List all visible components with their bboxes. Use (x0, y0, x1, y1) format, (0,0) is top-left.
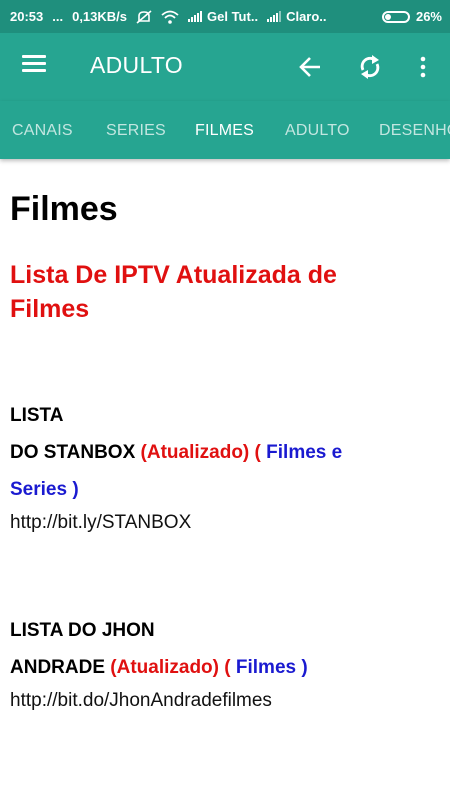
paren-open: ( (254, 442, 261, 463)
signal-icon-1: Gel Tut.. (188, 9, 258, 24)
arrow-left-icon[interactable] (296, 52, 326, 82)
paren-open: ( (224, 657, 231, 678)
tab-canais[interactable]: CANAIS (12, 122, 73, 140)
status-dots: ... (52, 9, 64, 24)
content-heading: Filmes (10, 190, 118, 228)
category-label: Filmes ) (235, 657, 308, 678)
carrier-2-label: Claro.. (286, 9, 327, 24)
menu-icon[interactable] (22, 55, 48, 75)
tab-series[interactable]: SERIES (106, 122, 166, 140)
tab-desenhos[interactable]: DESENHOS (379, 122, 450, 140)
list-entry-stanbox: LISTA DO STANBOX (Atualizado) ( Filmes e… (10, 397, 430, 538)
status-speed: 0,13KB/s (72, 9, 128, 24)
battery-level: 26% (415, 9, 442, 24)
category-label-cont: Series ) (10, 479, 79, 500)
entry-title-line1: LISTA DO JHON (10, 620, 155, 641)
category-label: Filmes e (266, 442, 343, 463)
entry-name: ANDRADE (10, 657, 105, 678)
content-subtitle: Lista De IPTV Atualizada de Filmes (10, 261, 337, 323)
muted-alarm-icon (136, 9, 152, 24)
tab-filmes[interactable]: FILMES (195, 122, 254, 140)
app-bar: ADULTO (0, 33, 450, 101)
signal-icon-2: Claro.. (267, 9, 327, 24)
entry-name: DO STANBOX (10, 442, 136, 463)
list-entry-jhon-andrade: LISTA DO JHON ANDRADE (Atualizado) ( Fil… (10, 612, 430, 716)
entry-url-link[interactable]: http://bit.ly/STANBOX (10, 508, 430, 538)
wifi-icon (161, 10, 179, 24)
updated-tag: (Atualizado) (140, 442, 250, 463)
entry-title-line2: ANDRADE (Atualizado) ( Filmes ) (10, 649, 430, 686)
refresh-icon[interactable] (355, 52, 385, 82)
status-bar: 20:53 ... 0,13KB/s Gel Tut.. Claro.. 26% (0, 0, 450, 33)
status-time: 20:53 (10, 9, 44, 24)
entry-url-link[interactable]: http://bit.do/JhonAndradefilmes (10, 686, 430, 716)
tab-adulto[interactable]: ADULTO (285, 122, 350, 140)
carrier-1-label: Gel Tut.. (207, 9, 259, 24)
entry-title-line1: LISTA (10, 405, 64, 426)
more-vert-icon[interactable] (408, 52, 438, 82)
page-title: ADULTO (90, 52, 183, 78)
tab-bar: CANAIS SERIES FILMES ADULTO DESENHOS (0, 101, 450, 159)
entry-title-line2: DO STANBOX (Atualizado) ( Filmes e (10, 434, 430, 471)
battery-icon (381, 10, 410, 23)
updated-tag: (Atualizado) (110, 657, 219, 678)
